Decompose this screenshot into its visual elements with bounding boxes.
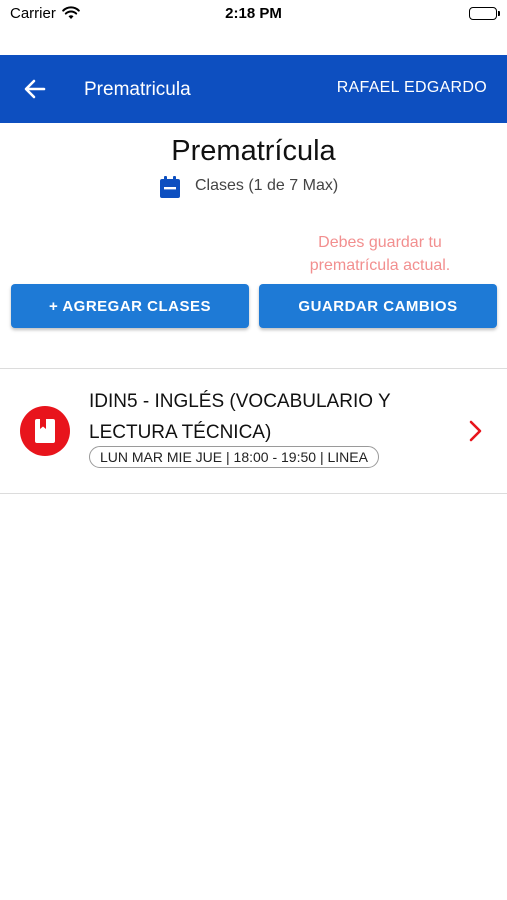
course-title: IDIN5 - INGLÉS (VOCABULARIO Y LECTURA TÉ…: [89, 391, 391, 443]
unsaved-warning: Debes guardar tu prematrícula actual.: [309, 234, 451, 274]
clock: 2:18 PM: [225, 5, 282, 22]
app-bar: Prematricula RAFAEL EDGARDO: [0, 55, 507, 123]
status-bar: Carrier 2:18 PM: [0, 0, 507, 30]
course-badge: [20, 406, 70, 456]
user-name[interactable]: RAFAEL EDGARDO: [337, 79, 487, 97]
add-classes-button[interactable]: + AGREGAR CLASES: [11, 284, 249, 328]
list-item[interactable]: IDIN5 - INGLÉS (VOCABULARIO Y LECTURA TÉ…: [0, 369, 507, 493]
save-changes-button[interactable]: GUARDAR CAMBIOS: [259, 284, 497, 328]
calendar-icon: [160, 176, 180, 198]
book-icon: [35, 419, 55, 443]
class-count-label: Clases (1 de 7 Max): [195, 177, 339, 194]
divider: [0, 493, 507, 494]
app-bar-title: Prematricula: [84, 79, 191, 100]
course-schedule-chip: LUN MAR MIE JUE | 18:00 - 19:50 | LINEA: [89, 446, 379, 468]
battery-icon: [469, 7, 500, 20]
class-counter: Clases (1 de 7 Max): [0, 174, 507, 200]
page-title: Prematrícula: [171, 135, 336, 167]
chevron-right-icon[interactable]: [469, 420, 483, 442]
back-arrow-icon[interactable]: [22, 76, 48, 102]
